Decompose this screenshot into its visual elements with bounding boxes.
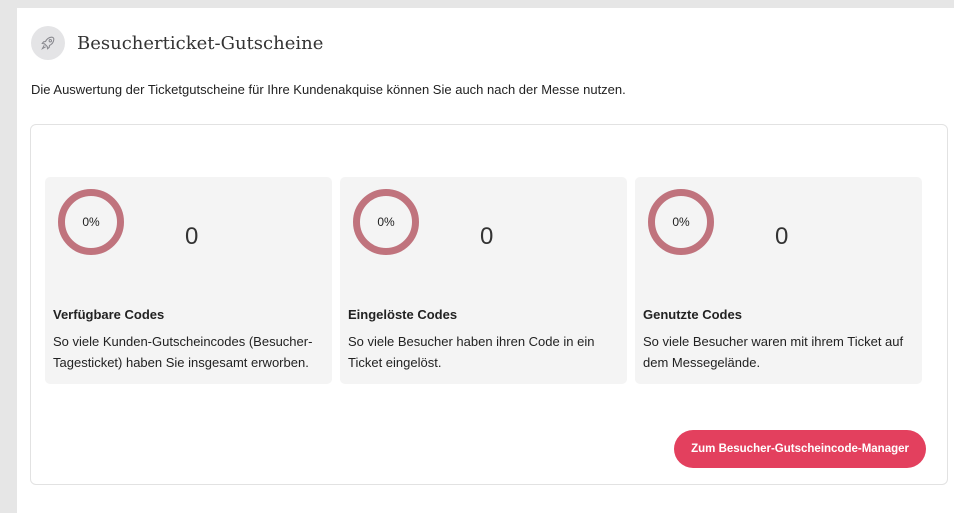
stats-row: 0% 0 Verfügbare Codes So viele Kunden-Gu… (45, 177, 922, 384)
ring-percent-label: 0% (82, 215, 100, 229)
page-title: Besucherticket-Gutscheine (77, 32, 324, 54)
stat-count: 0 (185, 223, 199, 250)
ring-percent-label: 0% (672, 215, 690, 229)
stat-title: Verfügbare Codes (53, 307, 165, 322)
voucher-panel: Besucherticket-Gutscheine Die Auswertung… (17, 8, 954, 513)
stat-description: So viele Besucher haben ihren Code in ei… (348, 334, 595, 370)
stat-count: 0 (775, 223, 789, 250)
ring-percent-label: 0% (377, 215, 395, 229)
stat-count: 0 (480, 223, 494, 250)
progress-ring: 0% (647, 188, 715, 256)
stat-redeemed-codes: 0% 0 Eingelöste Codes So viele Besucher … (340, 177, 627, 384)
stat-description: So viele Kunden-Gutscheincodes (Besucher… (53, 334, 313, 370)
intro-text: Die Auswertung der Ticketgutscheine für … (31, 82, 626, 97)
stat-title: Genutzte Codes (643, 307, 742, 322)
progress-ring: 0% (352, 188, 420, 256)
section-header: Besucherticket-Gutscheine (31, 26, 323, 60)
rocket-icon (31, 26, 65, 60)
stat-title: Eingelöste Codes (348, 307, 458, 322)
progress-ring: 0% (57, 188, 125, 256)
stat-available-codes: 0% 0 Verfügbare Codes So viele Kunden-Gu… (45, 177, 332, 384)
stats-card: 0% 0 Verfügbare Codes So viele Kunden-Gu… (30, 124, 948, 485)
voucher-manager-button[interactable]: Zum Besucher-Gutscheincode-Manager (674, 430, 926, 468)
stat-description: So viele Besucher waren mit ihrem Ticket… (643, 334, 904, 370)
stat-used-codes: 0% 0 Genutzte Codes So viele Besucher wa… (635, 177, 922, 384)
